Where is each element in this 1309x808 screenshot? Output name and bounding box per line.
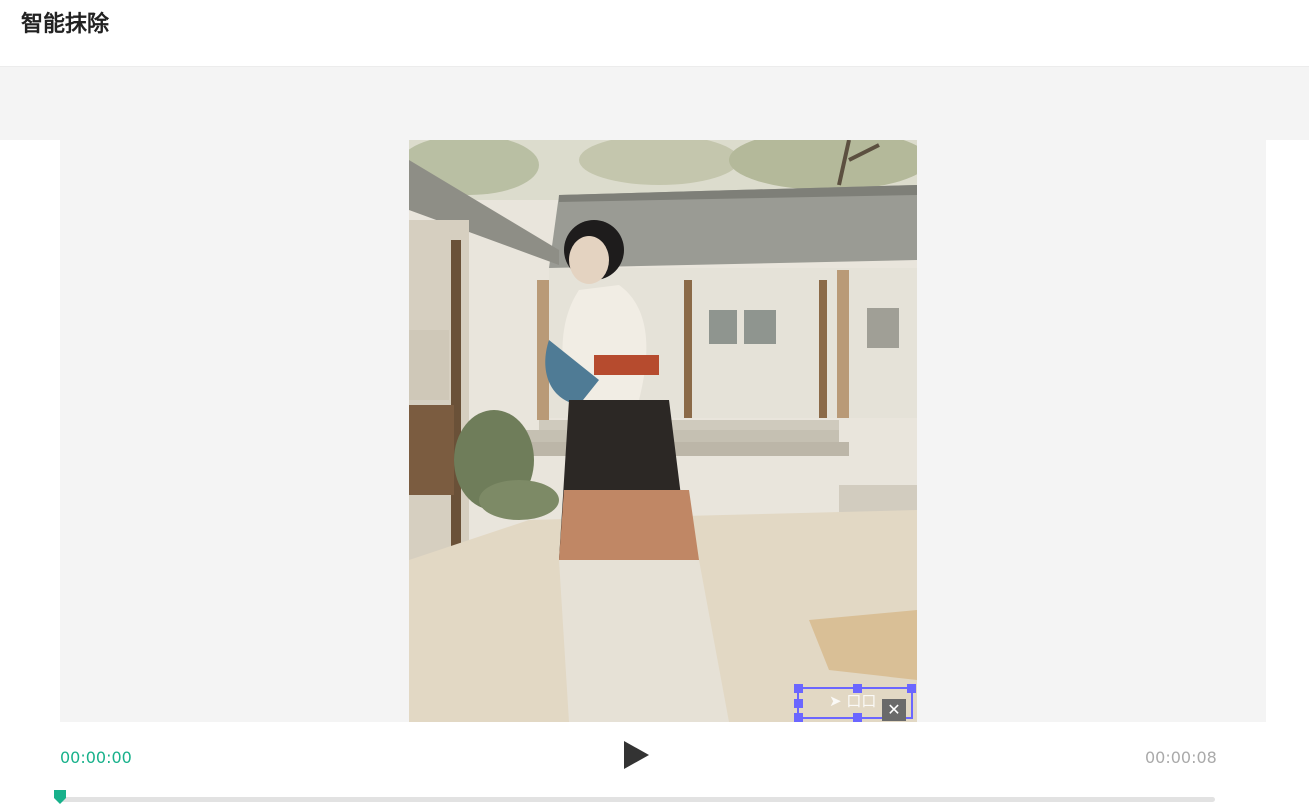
toolbar-area bbox=[0, 67, 1309, 140]
resize-handle-top[interactable] bbox=[853, 684, 862, 693]
play-icon bbox=[624, 741, 649, 769]
progress-thumb[interactable] bbox=[54, 789, 66, 804]
page-title: 智能抹除 bbox=[21, 12, 110, 37]
page-header: 智能抹除 bbox=[0, 0, 1309, 67]
current-time: 00:00:00 bbox=[60, 748, 132, 767]
close-icon[interactable]: ✕ bbox=[882, 699, 906, 721]
progress-bar[interactable] bbox=[60, 797, 1215, 802]
video-stage: ➤ 口口 ✕ bbox=[60, 140, 1266, 722]
resize-handle-bottom[interactable] bbox=[853, 713, 862, 722]
total-time: 00:00:08 bbox=[1145, 748, 1217, 767]
resize-handle-left[interactable] bbox=[794, 699, 803, 708]
resize-handle-bottom-left[interactable] bbox=[794, 713, 803, 722]
video-frame-image: ➤ 口口 bbox=[409, 140, 917, 722]
play-button[interactable] bbox=[620, 739, 652, 771]
resize-handle-top-right[interactable] bbox=[907, 684, 916, 693]
erase-selection-box[interactable]: ✕ bbox=[794, 684, 916, 722]
player-controls: 00:00:00 00:00:08 bbox=[0, 722, 1309, 804]
resize-handle-top-left[interactable] bbox=[794, 684, 803, 693]
video-frame[interactable]: ➤ 口口 ✕ bbox=[409, 140, 917, 722]
